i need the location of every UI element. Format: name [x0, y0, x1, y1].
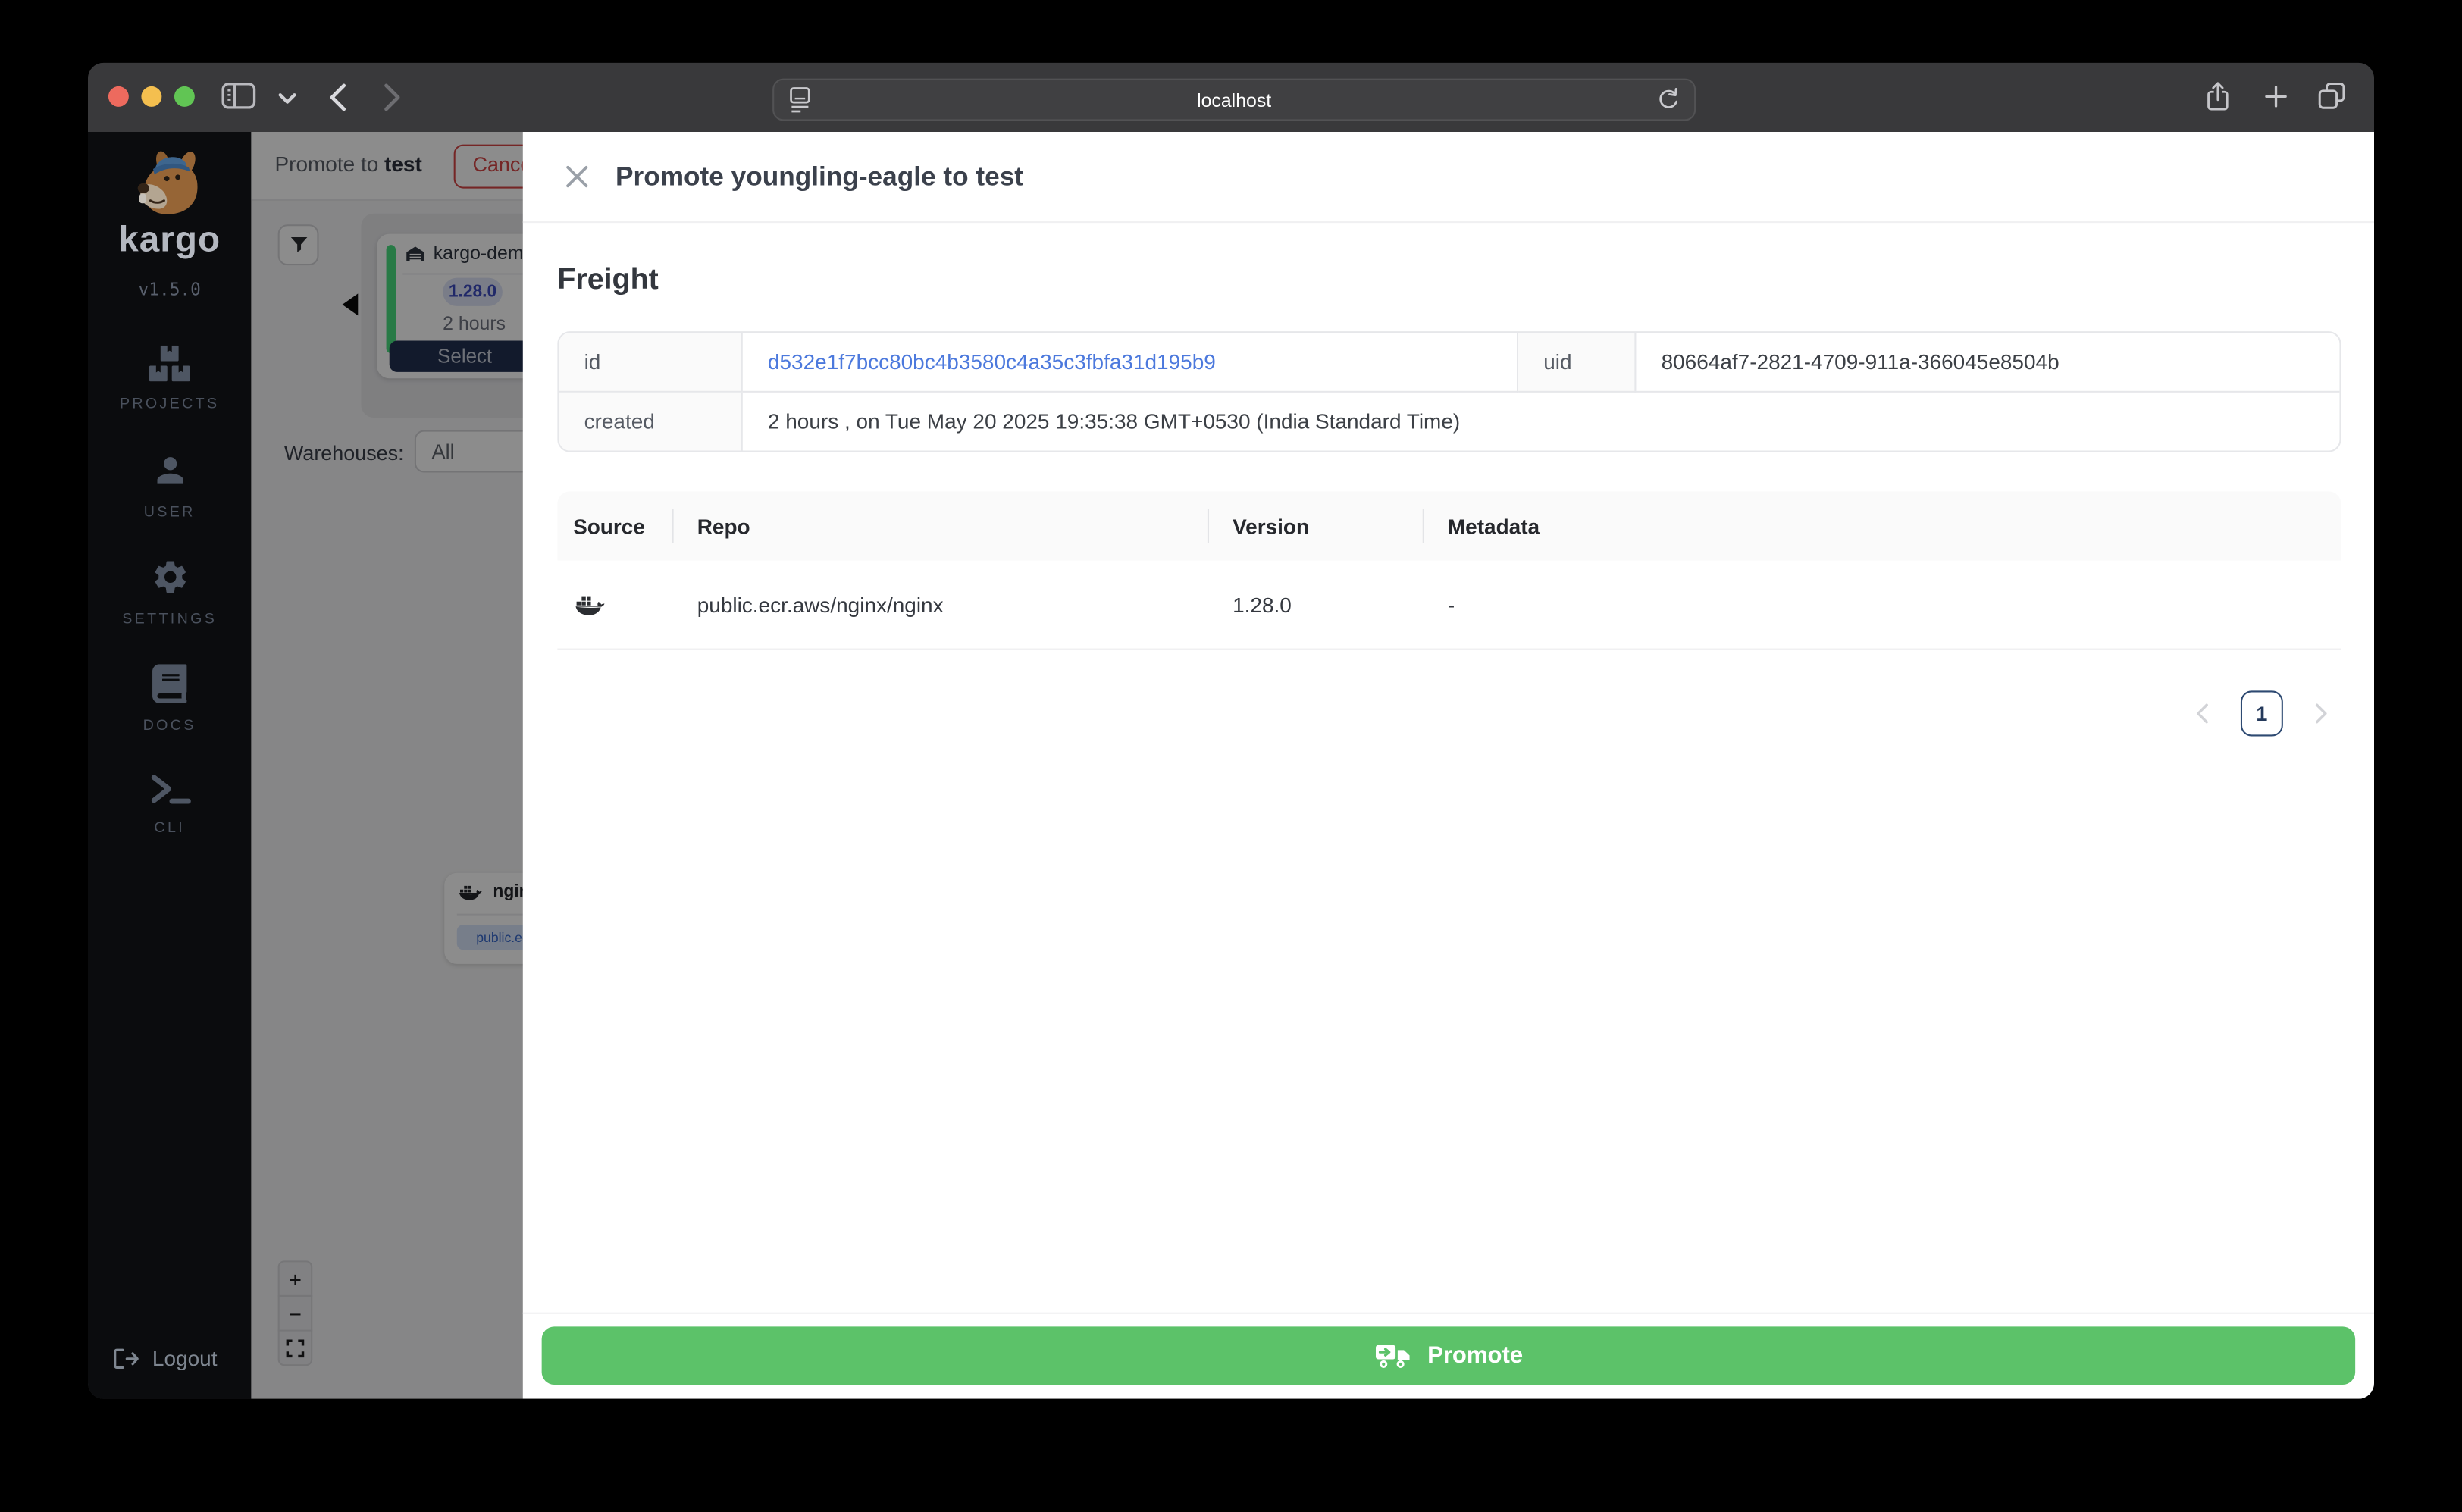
table-header-row: Source Repo Version Metadata	[557, 491, 2341, 561]
source-cell	[557, 592, 672, 617]
chevron-down-icon[interactable]	[278, 92, 297, 105]
column-version: Version	[1207, 491, 1423, 560]
drawer-header: Promote youngling-eagle to test	[522, 132, 2374, 224]
main-area: Promote to test Cancel kargo-demo 1.28.0…	[251, 132, 2374, 1399]
terminal-icon	[149, 772, 191, 806]
uid-value: 80664af7-2821-4709-911a-366045e8504b	[1636, 333, 2340, 393]
reload-icon[interactable]	[1656, 86, 1680, 113]
url-text[interactable]: localhost	[812, 89, 1656, 111]
freight-id-link[interactable]: d532e1f7bcc80bc4b3580c4a35c3fbfa31d195b9	[768, 350, 1216, 374]
minimize-window-button[interactable]	[141, 86, 162, 107]
browser-toolbar: localhost	[88, 62, 2374, 132]
sidebar-item-projects[interactable]: PROJECTS	[88, 346, 251, 413]
repo-cell: public.ecr.aws/nginx/nginx	[697, 592, 944, 617]
column-repo: Repo	[672, 491, 1208, 560]
promote-button-label: Promote	[1427, 1342, 1524, 1370]
previous-page-icon[interactable]	[2195, 703, 2210, 724]
close-window-button[interactable]	[108, 86, 129, 107]
kargo-logo: kargo v1.5.0	[88, 151, 251, 300]
forward-icon[interactable]	[383, 83, 402, 111]
new-tab-icon[interactable]	[2264, 85, 2288, 108]
tab-overview-icon[interactable]	[2317, 82, 2345, 110]
version-label: v1.5.0	[138, 279, 201, 300]
close-icon[interactable]	[565, 165, 589, 189]
window-content: kargo v1.5.0 PROJECTS USER SETTINGS DOCS…	[88, 132, 2374, 1399]
freight-info-table: id d532e1f7bcc80bc4b3580c4a35c3fbfa31d19…	[557, 331, 2341, 452]
table-row: public.ecr.aws/nginx/nginx 1.28.0 -	[557, 561, 2341, 650]
gear-icon	[150, 557, 190, 596]
back-icon[interactable]	[328, 83, 347, 111]
created-value: 2 hours , on Tue May 20 2025 19:35:38 GM…	[767, 409, 1461, 434]
user-icon	[150, 451, 190, 490]
address-bar[interactable]: localhost	[772, 78, 1696, 121]
id-value: d532e1f7bcc80bc4b3580c4a35c3fbfa31d195b9	[742, 333, 1519, 393]
sidebar-item-user[interactable]: USER	[88, 451, 251, 521]
column-source: Source	[573, 514, 645, 538]
boxes-icon	[149, 346, 190, 382]
promote-button[interactable]: Promote	[541, 1326, 2356, 1385]
share-icon[interactable]	[2204, 80, 2231, 114]
logout-icon	[111, 1347, 139, 1370]
drawer-title: Promote youngling-eagle to test	[616, 161, 1024, 191]
metadata-cell: -	[1447, 592, 1455, 617]
sidebar-toggle-icon[interactable]	[221, 82, 256, 110]
kargo-mascot-icon	[126, 151, 214, 223]
logout-button[interactable]: Logout	[111, 1347, 217, 1370]
next-page-icon[interactable]	[2314, 703, 2329, 724]
sidebar-item-settings[interactable]: SETTINGS	[88, 557, 251, 628]
created-label: created	[559, 392, 743, 451]
docker-icon	[575, 592, 604, 617]
uid-label: uid	[1518, 333, 1637, 393]
logo-wordmark: kargo	[118, 218, 221, 259]
drawer-footer: Promote	[522, 1312, 2374, 1399]
browser-window: localhost kargo v1.5.0 PROJECTS USER SET…	[88, 62, 2374, 1399]
page-number[interactable]: 1	[2240, 690, 2283, 737]
sidebar-item-cli[interactable]: CLI	[88, 772, 251, 837]
sidebar-item-docs[interactable]: DOCS	[88, 664, 251, 734]
pagination: 1	[557, 690, 2341, 737]
logout-label: Logout	[152, 1347, 218, 1371]
version-cell: 1.28.0	[1233, 592, 1292, 617]
drawer-body: Freight id d532e1f7bcc80bc4b3580c4a35c3f…	[523, 223, 2374, 1313]
sidebar: kargo v1.5.0 PROJECTS USER SETTINGS DOCS…	[88, 132, 252, 1399]
id-label: id	[559, 333, 743, 393]
zoom-window-button[interactable]	[174, 86, 195, 107]
promote-drawer: Promote youngling-eagle to test Freight …	[522, 132, 2374, 1399]
screen: localhost kargo v1.5.0 PROJECTS USER SET…	[0, 0, 2462, 1512]
freight-section-title: Freight	[557, 264, 659, 297]
artifacts-table: Source Repo Version Metadata public.ecr.…	[557, 491, 2341, 650]
book-icon	[152, 664, 187, 703]
column-metadata: Metadata	[1422, 491, 2341, 560]
page-settings-icon[interactable]	[788, 86, 812, 114]
truck-icon	[1374, 1341, 1412, 1370]
